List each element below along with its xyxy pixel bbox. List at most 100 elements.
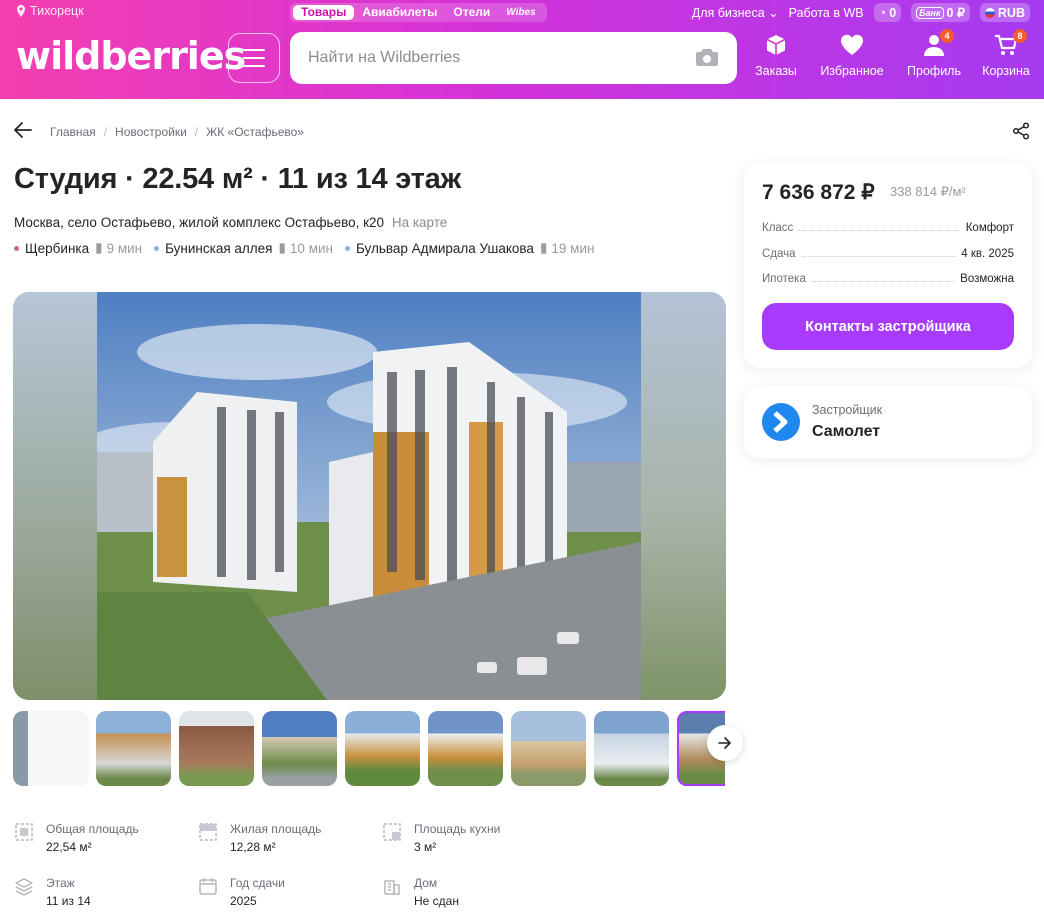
work-at-wb-link[interactable]: Работа в WB — [789, 6, 864, 20]
share-icon[interactable] — [1012, 122, 1030, 140]
heart-icon — [840, 34, 864, 58]
metro-station: Щербинка ▮ 9 мин — [14, 240, 142, 256]
metro-dot — [154, 245, 160, 251]
spec-label: Площадь кухни — [414, 822, 501, 836]
user-icon: 4 — [923, 29, 954, 58]
spec-value: 3 м² — [414, 840, 437, 854]
top-line: Тихорецк Товары Авиабилеты Отели Wibes Д… — [0, 3, 1044, 22]
developer-name: Самолет — [812, 423, 881, 440]
contact-developer-button[interactable]: Контакты застройщика — [762, 303, 1014, 350]
metro-time-value: 19 мин — [551, 240, 595, 256]
thumbnail-photo[interactable] — [179, 711, 254, 786]
nav-orders[interactable]: Заказы — [752, 34, 800, 78]
thumbnail-photo[interactable] — [345, 711, 420, 786]
currency-pill[interactable]: RUB — [979, 3, 1030, 22]
services-switcher: Товары Авиабилеты Отели Wibes — [290, 3, 547, 22]
bank-balance: 0 ₽ — [946, 6, 965, 20]
map-link[interactable]: На карте — [392, 215, 447, 230]
location-selector[interactable]: Тихорецк — [16, 4, 84, 18]
walk-icon: ▮ — [95, 240, 103, 255]
chevron-down-icon: ⌄ — [768, 6, 779, 20]
metro-list: Щербинка ▮ 9 мин Бунинская аллея ▮ 10 мин Бу… — [14, 240, 594, 256]
offer-row-value: 4 кв. 2025 — [961, 248, 1014, 260]
wildberries-logo[interactable]: wildberries — [16, 34, 246, 78]
thumbnail-floorplan[interactable] — [13, 711, 89, 786]
thumbnail-photo[interactable] — [594, 711, 669, 786]
spec-label: Общая площадь — [46, 822, 139, 836]
back-arrow-icon[interactable] — [14, 122, 32, 138]
kitchen-area-icon — [383, 823, 401, 841]
offer-card: 7 636 872 ₽ 338 814 ₽/м² Класс Комфорт Сд… — [744, 163, 1032, 368]
nav-favorites[interactable]: Избранное — [816, 34, 888, 78]
metro-time: ▮ 10 мин — [278, 240, 332, 256]
menu-button[interactable] — [228, 33, 280, 83]
camera-search-icon[interactable] — [695, 47, 719, 67]
spec-value: 12,28 м² — [230, 840, 276, 854]
service-wibes-tab[interactable]: Wibes — [498, 5, 543, 20]
spec-total-area: Общая площадь 22,54 м² — [14, 822, 139, 854]
breadcrumb-complex[interactable]: ЖК «Остафьево» — [206, 125, 304, 139]
developer-card[interactable]: Застройщик Самолет — [744, 386, 1032, 458]
nav-profile[interactable]: 4 Профиль — [904, 29, 964, 78]
points-icon: ◔ — [878, 5, 887, 20]
area-icon — [15, 823, 33, 841]
spec-label: Дом — [414, 876, 438, 890]
nav-cart[interactable]: 8 Корзина — [978, 29, 1034, 78]
offer-row-key: Ипотека — [762, 273, 806, 285]
cart-icon: 8 — [994, 29, 1027, 58]
address-line: Москва, село Остафьево, жилой комплекс О… — [14, 215, 447, 230]
nav-favorites-label: Избранное — [820, 64, 884, 78]
spec-living-area: Жилая площадь 12,28 м² — [198, 822, 321, 854]
offer-row-delivery: Сдача 4 кв. 2025 — [762, 248, 1014, 260]
service-hotels-tab[interactable]: Отели — [445, 5, 498, 20]
search-box — [290, 32, 737, 84]
metro-time-value: 9 мин — [106, 240, 143, 256]
walk-icon: ▮ — [539, 240, 548, 255]
metro-station: Бульвар Адмирала Ушакова ▮ 19 мин — [344, 240, 595, 256]
spec-floor: Этаж 11 из 14 — [14, 876, 91, 908]
offer-row-key: Сдача — [762, 248, 796, 260]
breadcrumb-home[interactable]: Главная — [50, 125, 96, 139]
floor-icon — [15, 878, 33, 896]
spec-value: 11 из 14 — [46, 894, 91, 908]
points-value: 0 — [889, 5, 897, 20]
metro-dot — [14, 245, 19, 251]
box-icon — [765, 34, 787, 58]
points-pill[interactable]: ◔ 0 — [873, 3, 902, 22]
main-photo[interactable] — [13, 292, 726, 700]
offer-row-value: Комфорт — [965, 222, 1014, 234]
offer-row-key: Класс — [762, 222, 794, 234]
spec-label: Год сдачи — [230, 876, 285, 890]
thumbnail-photo[interactable] — [96, 711, 171, 786]
flag-icon — [984, 7, 995, 18]
thumbnails-next-button[interactable] — [707, 725, 743, 761]
search-input[interactable] — [290, 32, 670, 84]
spec-label: Жилая площадь — [230, 822, 322, 836]
metro-dot — [344, 245, 350, 251]
thumbnail-photo[interactable] — [428, 711, 503, 786]
bank-pill[interactable]: Банк 0 ₽ — [911, 3, 970, 22]
spec-kitchen-area: Площадь кухни 3 м² — [382, 822, 500, 854]
location-label: Тихорецк — [30, 4, 84, 18]
metro-station-name: Бульвар Адмирала Ушакова — [355, 240, 534, 256]
profile-badge: 4 — [940, 29, 954, 43]
spec-house-status: Дом Не сдан — [382, 876, 459, 908]
thumbnail-photo[interactable] — [262, 711, 337, 786]
building-icon — [384, 880, 400, 895]
metro-time-value: 10 мин — [289, 240, 333, 256]
nav-profile-label: Профиль — [907, 64, 961, 78]
thumbnail-photo[interactable] — [511, 711, 586, 786]
service-goods-tab[interactable]: Товары — [293, 5, 355, 20]
service-avia-tab[interactable]: Авиабилеты — [354, 5, 445, 20]
developer-logo — [762, 403, 800, 441]
price: 7 636 872 ₽ — [762, 181, 875, 204]
photo-blur-right — [640, 292, 726, 700]
page-title: Студия · 22.54 м² · 11 из 14 этаж — [14, 163, 461, 195]
breadcrumb-newbuildings[interactable]: Новостройки — [115, 125, 187, 139]
breadcrumb: Главная / Новостройки / ЖК «Остафьево» — [50, 125, 304, 139]
for-business-link[interactable]: Для бизнеса ⌄ — [692, 5, 779, 20]
price-per-m2: 338 814 ₽/м² — [890, 184, 966, 199]
living-area-icon — [199, 823, 217, 841]
spec-completion-year: Год сдачи 2025 — [198, 876, 285, 908]
for-business-label: Для бизнеса — [691, 6, 765, 20]
